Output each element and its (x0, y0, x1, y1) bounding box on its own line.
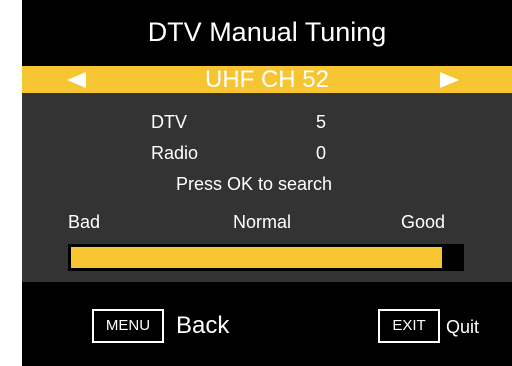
footer: MENU Back EXIT Quit (22, 282, 512, 366)
tuning-panel: DTV 5 Radio 0 Press OK to search Bad Nor… (22, 93, 512, 282)
radio-label: Radio (151, 143, 199, 163)
back-label: Back (176, 312, 230, 339)
radio-count: 0 (316, 143, 327, 163)
header: DTV Manual Tuning (22, 0, 512, 66)
dtv-label: DTV (151, 112, 187, 132)
triangle-right-icon[interactable] (440, 72, 459, 88)
triangle-left-icon[interactable] (67, 72, 86, 88)
signal-good-label: Good (401, 212, 446, 232)
menu-key-button[interactable]: MENU (92, 309, 164, 343)
tv-osd-screen: DTV Manual Tuning UHF CH 52 DTV 5 Radio … (22, 0, 512, 366)
signal-strength-fill (71, 247, 442, 268)
page-title: DTV Manual Tuning (147, 17, 387, 47)
quit-label: Quit (446, 317, 480, 337)
channel-selector[interactable]: UHF CH 52 (22, 66, 512, 93)
signal-strength-meter (68, 244, 464, 271)
channel-label: UHF CH 52 (204, 66, 330, 93)
dtv-count: 5 (316, 112, 327, 132)
exit-key-button[interactable]: EXIT (378, 309, 440, 343)
search-prompt: Press OK to search (175, 174, 333, 194)
